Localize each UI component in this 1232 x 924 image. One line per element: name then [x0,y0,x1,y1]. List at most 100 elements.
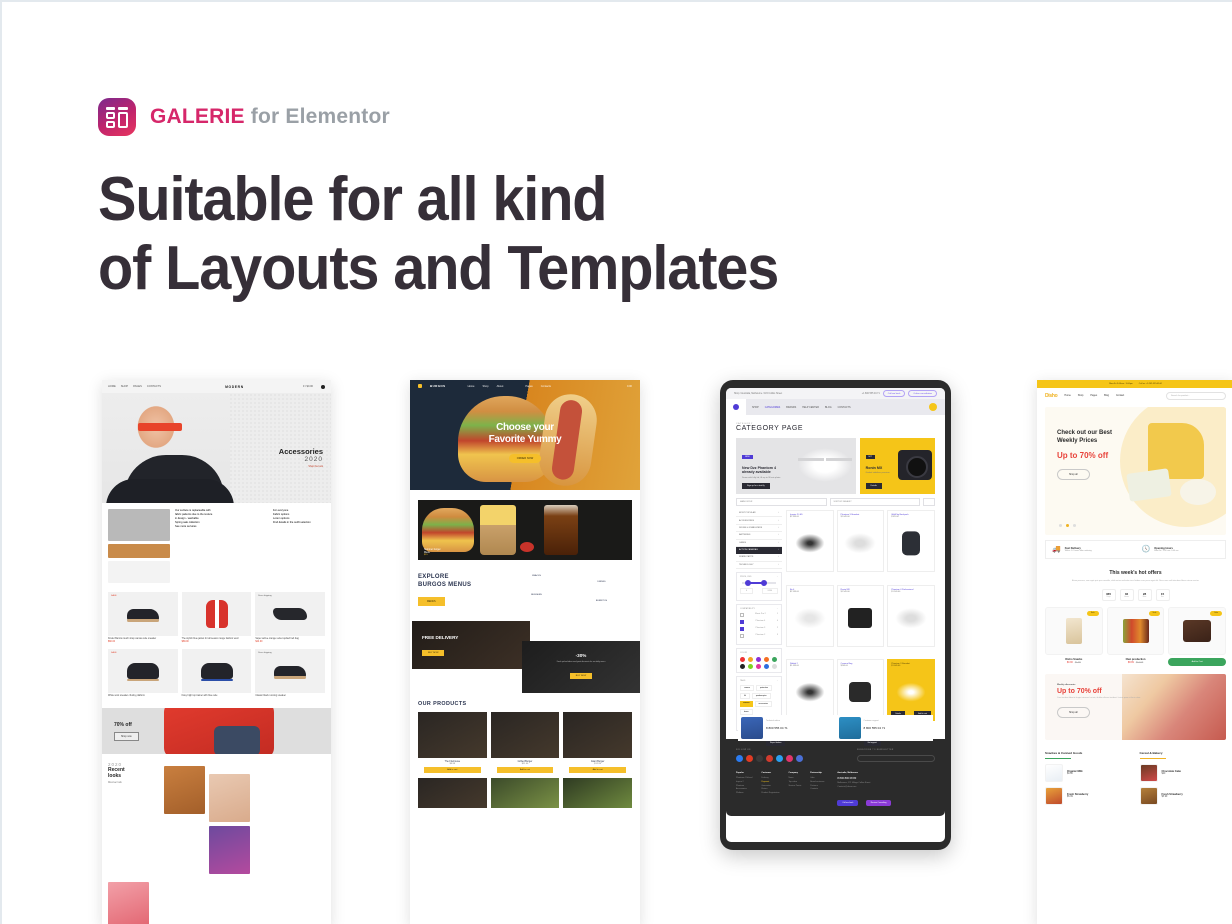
support-card[interactable]: Technical advice 8 800 555 04 71 Report … [738,715,836,746]
compatibility-filter[interactable]: COMPATIBILITY – Mavic Pro 21 Phantom 44 P… [736,604,782,645]
carousel-dot[interactable] [1059,524,1062,527]
price-slider-max-handle[interactable] [761,580,768,586]
burger-nav-link[interactable]: Pages [525,385,532,388]
carousel-dot-active[interactable] [1066,524,1069,527]
looks-more-link[interactable]: Discover look [108,782,160,784]
color-swatch[interactable] [764,657,769,662]
footer-link[interactable]: Service Points [788,785,801,789]
compat-option[interactable]: Mavic Pro 2 [755,613,766,617]
product-card[interactable]: The Firehouse $9.99 Add to cart [418,712,487,773]
product-card[interactable]: Phantom 4 Professional $1 549.00 [887,584,935,647]
shop-logo-icon[interactable] [726,399,746,415]
weekly-discount-banner[interactable]: Weekly discounts Up to 70% off Cras tinc… [1045,673,1226,740]
footer-link[interactable]: Product Registration [761,792,779,796]
facebook-icon[interactable] [736,755,743,762]
support-phone[interactable]: 8 800 555 04 71 [864,726,886,730]
burger-nav-link[interactable]: Home [468,385,475,388]
fashion-navbar[interactable]: HOME SHOP PAGES CONTACTS MODERN 0 / $0.0… [102,380,331,393]
newsletter-input[interactable] [857,755,935,762]
color-swatch[interactable] [772,657,777,662]
hero-shop-link[interactable]: Shop the look [279,465,323,468]
sort-toolbar[interactable]: MAIN FILTER SORT BY DEFAULT [726,494,945,510]
product-photo[interactable] [563,778,632,808]
search-input[interactable]: Search for product... [1166,391,1226,400]
mockup-fashion-store[interactable]: HOME SHOP PAGES CONTACTS MODERN 0 / $0.0… [102,380,331,924]
sidebar-category[interactable]: CASES › [736,540,782,547]
menu-tile[interactable]: SNACKS [506,574,567,589]
nav-link[interactable]: SHOP [752,406,759,409]
look-tile[interactable] [209,825,250,874]
product-card[interactable]: WolfCity Backpack $129.00 [887,510,935,572]
product-card[interactable]: Sale Own production $8.99 $12.99 [1106,606,1165,666]
product-card[interactable]: Inspire 2 LED $2 499.00 [786,510,834,572]
grocery-navbar[interactable]: Disho Home Shop Pages Blog Contact Searc… [1037,388,1232,403]
sidebar-category[interactable]: ACCESSORIES › [736,517,782,525]
youtube-icon[interactable] [766,755,773,762]
burger-nav-link[interactable]: About [497,385,504,388]
gimbal-promo-banner[interactable]: HIT Ronin MX Gimbal stabilizer premium D… [859,438,935,494]
add-to-cart-button[interactable]: Add to cart [424,767,481,773]
dribbble-icon[interactable] [786,755,793,762]
call-me-back-button[interactable]: Call me back [837,799,859,806]
burger-navbar[interactable]: BURGOS Home Shop About Pages Contacts 0.… [410,380,640,392]
product-card[interactable]: Sale Add to Cart [1168,606,1227,666]
product-card[interactable]: The stylish blue jacket for all season r… [181,592,252,643]
menus-button[interactable]: MENUS [418,597,445,606]
fashion-nav-link[interactable]: PAGES [133,385,142,388]
product-card[interactable]: Giant Burger $12.99 Add to cart [563,712,632,773]
look-tile[interactable] [209,773,250,822]
menu-tile[interactable]: BURGERS [506,593,567,608]
shop-now-button[interactable]: Shop now [114,731,139,741]
nav-link[interactable]: HELP CENTER [802,406,819,409]
burger-nav-link[interactable]: Shop [483,385,489,388]
instagram-icon[interactable] [746,755,753,762]
product-card[interactable]: Free shipping Super active orange velvet… [255,592,326,643]
product-card[interactable]: Bo 4 $2 999.00 [786,584,834,647]
support-phone[interactable]: +1 800 555 04 71 [862,393,880,395]
tag-chip[interactable]: accessories [754,701,772,707]
color-filter[interactable]: COLOR – [736,648,782,673]
tag-chip[interactable]: quadrocopter [751,693,771,699]
footer-link[interactable]: Platform [736,792,752,796]
avatar[interactable] [321,384,325,389]
menu-tile[interactable]: BURRITOS [571,599,632,608]
product-card[interactable]: Sale Disho Snacks $0.90 $1.80 [1045,606,1103,666]
carousel-dots[interactable] [1059,524,1076,527]
filter-sidebar[interactable]: MOST POPULAR › ACCESSORIES › DRONE & STABI… [736,510,782,731]
fashion-sale-banner[interactable]: 70% off Shop now [102,707,331,754]
mockup-grocery-store[interactable]: Mon-Fri 9:00am - 9:00pm Call us +1-202-5… [1037,380,1232,924]
tag-chip-active[interactable]: summer [740,701,753,707]
promo-button[interactable]: BUY NOW [569,673,593,679]
drone-promo-banner[interactable]: NEW New Dzz Phantom 4 already available … [736,438,856,494]
burger-featured-banner[interactable]: Summer burger Menu $15 [418,500,632,560]
list-item[interactable]: Fresh Strawberry $5.99 [1045,786,1132,805]
color-swatch[interactable] [748,664,753,669]
nav-link[interactable]: BLOG [825,406,832,409]
tablet-navbar[interactable]: SHOP CATEGORIES BRANDS HELP CENTER BLOG … [726,399,945,415]
compat-option[interactable]: Phantom 4 [756,620,766,624]
carousel-dot[interactable] [1073,524,1076,527]
nav-link[interactable]: Contact [1116,394,1124,397]
color-swatch[interactable] [748,657,753,662]
cart-icon[interactable] [929,403,937,411]
mockup-burger-restaurant[interactable]: BURGOS Home Shop About Pages Contacts 0.… [410,380,640,924]
get-support-button[interactable]: Get support [863,740,881,746]
color-swatch[interactable] [756,664,761,669]
burger-nav-link[interactable]: Contacts [541,385,551,388]
nav-link[interactable]: Pages [1090,394,1097,397]
twitter-icon[interactable] [756,755,763,762]
footer-link[interactable]: Contacts [810,788,824,792]
article-line[interactable]: See more services [175,525,268,529]
product-photo[interactable] [490,778,560,808]
burger-cart-total[interactable]: 0.00 [627,385,632,388]
report-broken-button[interactable]: Report broken [766,740,786,746]
review-consulting-button[interactable]: Review Consulting [865,799,892,806]
fashion-nav-link[interactable]: SHOP [121,385,128,388]
product-card[interactable]: Rabbit 2 $1 499.00 [786,659,834,722]
product-card[interactable]: Ronin MX $1 549.00 [836,584,885,647]
product-card[interactable]: SALE Kinder Barrow touch strap canvas so… [108,592,178,643]
sidebar-category[interactable]: BATTERIES › [736,532,782,540]
product-card[interactable]: Free shipping Classic black running snea… [255,649,326,698]
look-tile[interactable] [164,765,205,814]
details-button[interactable]: Details [865,483,882,489]
